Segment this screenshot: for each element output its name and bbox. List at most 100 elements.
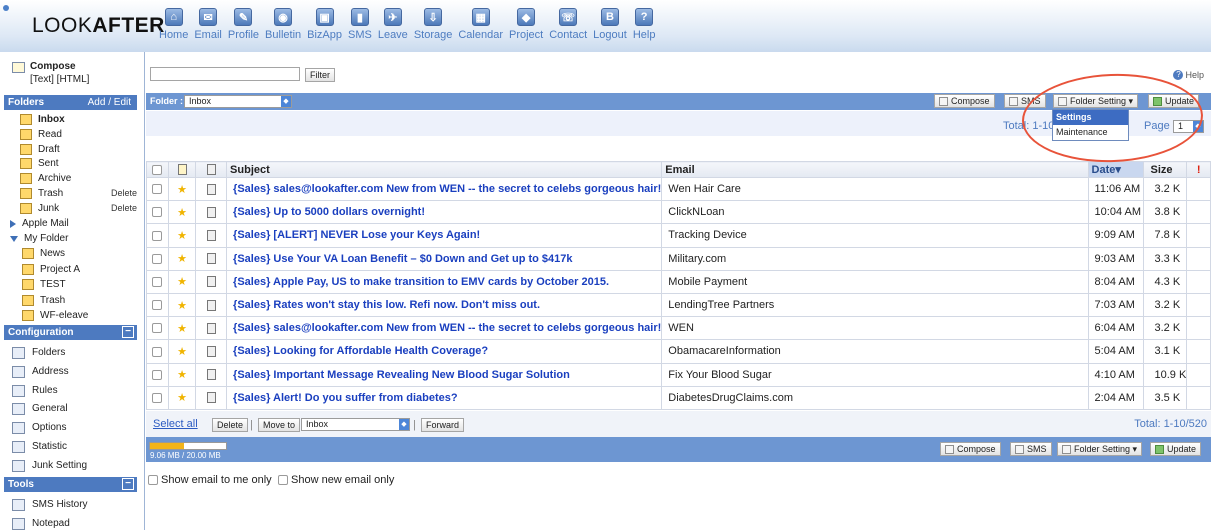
select-all-link[interactable]: Select all	[153, 418, 198, 430]
sms-button-bottom[interactable]: SMS	[1010, 442, 1052, 456]
table-row[interactable]: ★ {Sales} [ALERT] NEVER Lose your Keys Ag…	[146, 223, 1211, 248]
nav-item-profile[interactable]: ✎ Profile	[227, 8, 260, 48]
nav-item-bulletin[interactable]: ◉ Bulletin	[264, 8, 302, 48]
row-checkbox[interactable]	[152, 346, 163, 357]
email-subject[interactable]: {Sales} Important Message Revealing New …	[226, 362, 663, 387]
my-folder-item[interactable]: Project A	[22, 262, 80, 277]
row-select-cell[interactable]	[146, 176, 169, 202]
compose-link[interactable]: Compose [Text] [HTML]	[12, 61, 89, 85]
size-header[interactable]: Size	[1143, 161, 1188, 178]
folder-item-read[interactable]: Read	[20, 127, 62, 142]
row-select-cell[interactable]	[146, 269, 169, 294]
folder-setting-menu-item-maintenance[interactable]: Maintenance	[1053, 125, 1128, 140]
subject-header[interactable]: Subject	[226, 161, 663, 178]
forward-button[interactable]: Forward	[421, 418, 465, 432]
folder-delete-link[interactable]: Delete	[111, 201, 137, 216]
nav-item-logout[interactable]: B Logout	[592, 8, 628, 48]
row-select-cell[interactable]	[146, 339, 169, 364]
folder-setting-button-bottom[interactable]: Folder Setting ▾	[1057, 442, 1143, 456]
table-row[interactable]: ★ {Sales} Important Message Revealing New…	[146, 362, 1211, 387]
folders-add-edit-link[interactable]: Add / Edit	[88, 96, 131, 109]
email-subject[interactable]: {Sales} Rates won't stay this low. Refi …	[226, 292, 663, 318]
my-folder[interactable]: My Folder	[10, 231, 68, 246]
config-item-general[interactable]: General	[12, 400, 68, 418]
compose-button-bottom[interactable]: Compose	[940, 442, 1001, 456]
star-icon[interactable]: ★	[167, 223, 197, 248]
config-item-options[interactable]: Options	[12, 419, 66, 437]
collapse-tools-icon[interactable]: −	[122, 478, 134, 490]
nav-item-sms[interactable]: ▮ SMS	[347, 8, 373, 48]
folder-select[interactable]: Inbox ◆	[184, 95, 292, 108]
folder-item-archive[interactable]: Archive	[20, 171, 71, 186]
row-select-cell[interactable]	[146, 316, 169, 341]
row-select-cell[interactable]	[146, 362, 169, 387]
table-row[interactable]: ★ {Sales} Alert! Do you suffer from diabe…	[146, 385, 1211, 410]
help-link[interactable]: ? Help	[1173, 70, 1204, 80]
table-row[interactable]: ★ {Sales} Looking for Affordable Health C…	[146, 339, 1211, 364]
apple-mail-folder[interactable]: Apple Mail	[10, 216, 69, 231]
nav-item-storage[interactable]: ⇩ Storage	[413, 8, 454, 48]
row-select-cell[interactable]	[146, 292, 169, 318]
move-target-select[interactable]: Inbox ◆	[301, 418, 410, 431]
show-new-only-option[interactable]: Show new email only	[278, 474, 394, 486]
show-me-only-option[interactable]: Show email to me only	[148, 474, 272, 486]
header-checkbox[interactable]	[152, 164, 163, 175]
star-icon[interactable]: ★	[167, 200, 197, 225]
folder-item-inbox[interactable]: Inbox	[20, 112, 65, 127]
date-header[interactable]: Date▾	[1087, 161, 1145, 178]
email-subject[interactable]: {Sales} Looking for Affordable Health Co…	[226, 339, 663, 364]
config-item-folders[interactable]: Folders	[12, 344, 65, 362]
email-subject[interactable]: {Sales} [ALERT] NEVER Lose your Keys Aga…	[226, 223, 663, 248]
folder-item-draft[interactable]: Draft	[20, 142, 60, 157]
delete-button[interactable]: Delete	[212, 418, 249, 432]
email-subject[interactable]: {Sales} Alert! Do you suffer from diabet…	[226, 385, 663, 410]
table-row[interactable]: ★ {Sales} Apple Pay, US to make transitio…	[146, 269, 1211, 294]
star-icon[interactable]: ★	[167, 385, 197, 410]
config-item-statistic[interactable]: Statistic	[12, 438, 67, 456]
select-all-header[interactable]	[146, 161, 169, 178]
nav-item-calendar[interactable]: ▦ Calendar	[457, 8, 504, 48]
sms-button[interactable]: SMS	[1004, 94, 1046, 108]
update-button-bottom[interactable]: Update	[1150, 442, 1202, 456]
table-row[interactable]: ★ {Sales} sales@lookafter.com New from WE…	[146, 316, 1211, 341]
compose-button[interactable]: Compose	[934, 94, 995, 108]
table-row[interactable]: ★ {Sales} Rates won't stay this low. Refi…	[146, 292, 1211, 318]
flag-header[interactable]: !	[1186, 161, 1211, 178]
email-subject[interactable]: {Sales} Apple Pay, US to make transition…	[226, 269, 663, 294]
my-folder-item[interactable]: News	[22, 246, 65, 261]
attachment-header[interactable]	[195, 161, 228, 178]
folder-item-junk[interactable]: Junk Delete	[20, 201, 137, 216]
row-checkbox[interactable]	[152, 323, 163, 334]
config-item-junk-setting[interactable]: Junk Setting	[12, 457, 87, 475]
tools-item-sms-history[interactable]: SMS History	[12, 496, 88, 514]
collapse-configuration-icon[interactable]: −	[122, 326, 134, 338]
my-folder-item[interactable]: TEST	[22, 277, 66, 292]
nav-item-bizapp[interactable]: ▣ BizApp	[306, 8, 343, 48]
star-icon[interactable]: ★	[167, 292, 197, 318]
star-icon[interactable]: ★	[167, 339, 197, 364]
nav-item-help[interactable]: ? Help	[632, 8, 657, 48]
folder-setting-button[interactable]: Folder Setting ▾	[1053, 94, 1139, 108]
my-folder-item[interactable]: WF-eleave	[22, 308, 88, 323]
update-button[interactable]: Update	[1148, 94, 1200, 108]
compose-format-links[interactable]: [Text] [HTML]	[12, 74, 89, 85]
email-subject[interactable]: {Sales} Up to 5000 dollars overnight!	[226, 200, 663, 225]
star-icon[interactable]: ★	[167, 269, 197, 294]
folder-setting-menu-item-settings[interactable]: Settings	[1053, 110, 1128, 125]
star-icon[interactable]: ★	[167, 176, 197, 202]
nav-item-leave[interactable]: ✈ Leave	[377, 8, 409, 48]
row-checkbox[interactable]	[152, 230, 163, 241]
folder-item-sent[interactable]: Sent	[20, 156, 59, 171]
folder-delete-link[interactable]: Delete	[111, 186, 137, 201]
row-checkbox[interactable]	[152, 253, 163, 264]
my-folder-item[interactable]: Trash	[22, 293, 65, 308]
row-checkbox[interactable]	[152, 207, 163, 218]
star-icon[interactable]: ★	[167, 316, 197, 341]
row-checkbox[interactable]	[152, 300, 163, 311]
row-checkbox[interactable]	[152, 184, 163, 195]
tools-item-notepad[interactable]: Notepad	[12, 515, 70, 530]
row-select-cell[interactable]	[146, 200, 169, 225]
row-checkbox[interactable]	[152, 392, 163, 403]
table-row[interactable]: ★ {Sales} sales@lookafter.com New from WE…	[146, 176, 1211, 202]
show-new-only-checkbox[interactable]	[278, 475, 288, 485]
